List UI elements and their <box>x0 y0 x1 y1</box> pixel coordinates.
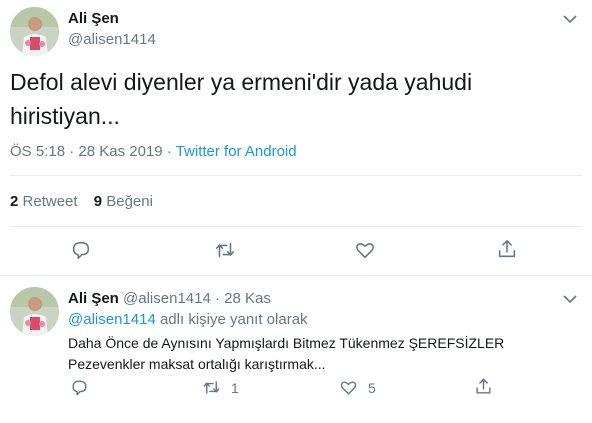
reply-header: Ali Şen @alisen1414 · 28 Kas <box>68 290 271 307</box>
retweet-count: 2 <box>10 193 19 210</box>
reply-to-suffix: adlı kişiye yanıt olarak <box>155 311 308 328</box>
reply-to-mention[interactable]: @alisen1414 <box>68 311 156 328</box>
like-stat[interactable]: 9 Beğeni <box>94 193 153 210</box>
avatar[interactable] <box>10 287 59 336</box>
like-count: 9 <box>93 193 103 210</box>
like-icon <box>356 243 374 259</box>
author-name[interactable]: Ali Şen <box>68 10 119 27</box>
avatar[interactable] <box>10 7 59 56</box>
main-tweet: Ali Şen @alisen1414 Defol alevi diyenler… <box>0 0 592 276</box>
meta-separator: · <box>162 143 176 160</box>
retweet-icon <box>215 242 235 258</box>
tweet-text-line: Pezevenkler maksat ortalığı karıştırmak.… <box>68 356 326 372</box>
retweet-stat[interactable]: 2 Retweet <box>10 193 78 210</box>
tweet-source-link[interactable]: Twitter for Android <box>176 143 297 160</box>
avatar-image <box>10 287 59 336</box>
meta-separator: · <box>210 290 225 307</box>
author-handle[interactable]: @alisen1414 <box>68 31 156 48</box>
author-handle[interactable]: @alisen1414 <box>123 290 211 307</box>
reply-tweet[interactable]: Ali Şen @alisen1414 · 28 Kas @alisen1414… <box>0 277 592 423</box>
avatar-image <box>10 7 59 56</box>
like-icon <box>340 381 357 395</box>
like-button[interactable] <box>354 239 376 261</box>
tweet-text-line: Daha Önce de Aynısını Yapmışlardı Bitmez… <box>68 335 505 351</box>
retweet-button[interactable]: 1 <box>202 378 239 397</box>
retweet-button[interactable] <box>214 239 236 261</box>
tweet-date[interactable]: 28 Kas 2019 <box>78 143 162 160</box>
divider <box>10 226 582 227</box>
retweet-label: Retweet <box>22 193 78 210</box>
tweet-stats: 2 Retweet 9 Beğeni <box>10 193 165 210</box>
retweet-icon <box>203 381 220 394</box>
divider <box>10 175 582 176</box>
reply-button[interactable] <box>70 239 92 261</box>
replying-to: @alisen1414 adlı kişiye yanıt olarak <box>68 311 308 328</box>
author-name[interactable]: Ali Şen <box>68 290 119 307</box>
reply-icon <box>72 380 87 396</box>
like-count: 5 <box>368 379 376 396</box>
tweet-time[interactable]: ÖS 5:18 <box>10 143 65 160</box>
retweet-count: 1 <box>231 379 239 396</box>
chevron-down-icon[interactable] <box>563 294 577 304</box>
reply-button[interactable] <box>70 378 89 397</box>
like-label: Beğeni <box>106 193 153 210</box>
share-button[interactable] <box>474 377 493 396</box>
tweet-text: Daha Önce de Aynısını Yapmışlardı Bitmez… <box>68 333 568 375</box>
share-icon <box>498 239 516 258</box>
share-button[interactable] <box>496 238 518 260</box>
meta-separator: · <box>65 143 79 160</box>
tweet-date[interactable]: 28 Kas <box>224 290 271 307</box>
like-button[interactable]: 5 <box>339 378 376 397</box>
tweet-meta: ÖS 5:18 · 28 Kas 2019 · Twitter for Andr… <box>10 143 297 160</box>
tweet-text: Defol alevi diyenler ya ermeni'dir yada … <box>10 69 473 129</box>
reply-icon <box>72 241 90 260</box>
chevron-down-icon[interactable] <box>563 14 577 24</box>
share-icon <box>476 378 491 394</box>
